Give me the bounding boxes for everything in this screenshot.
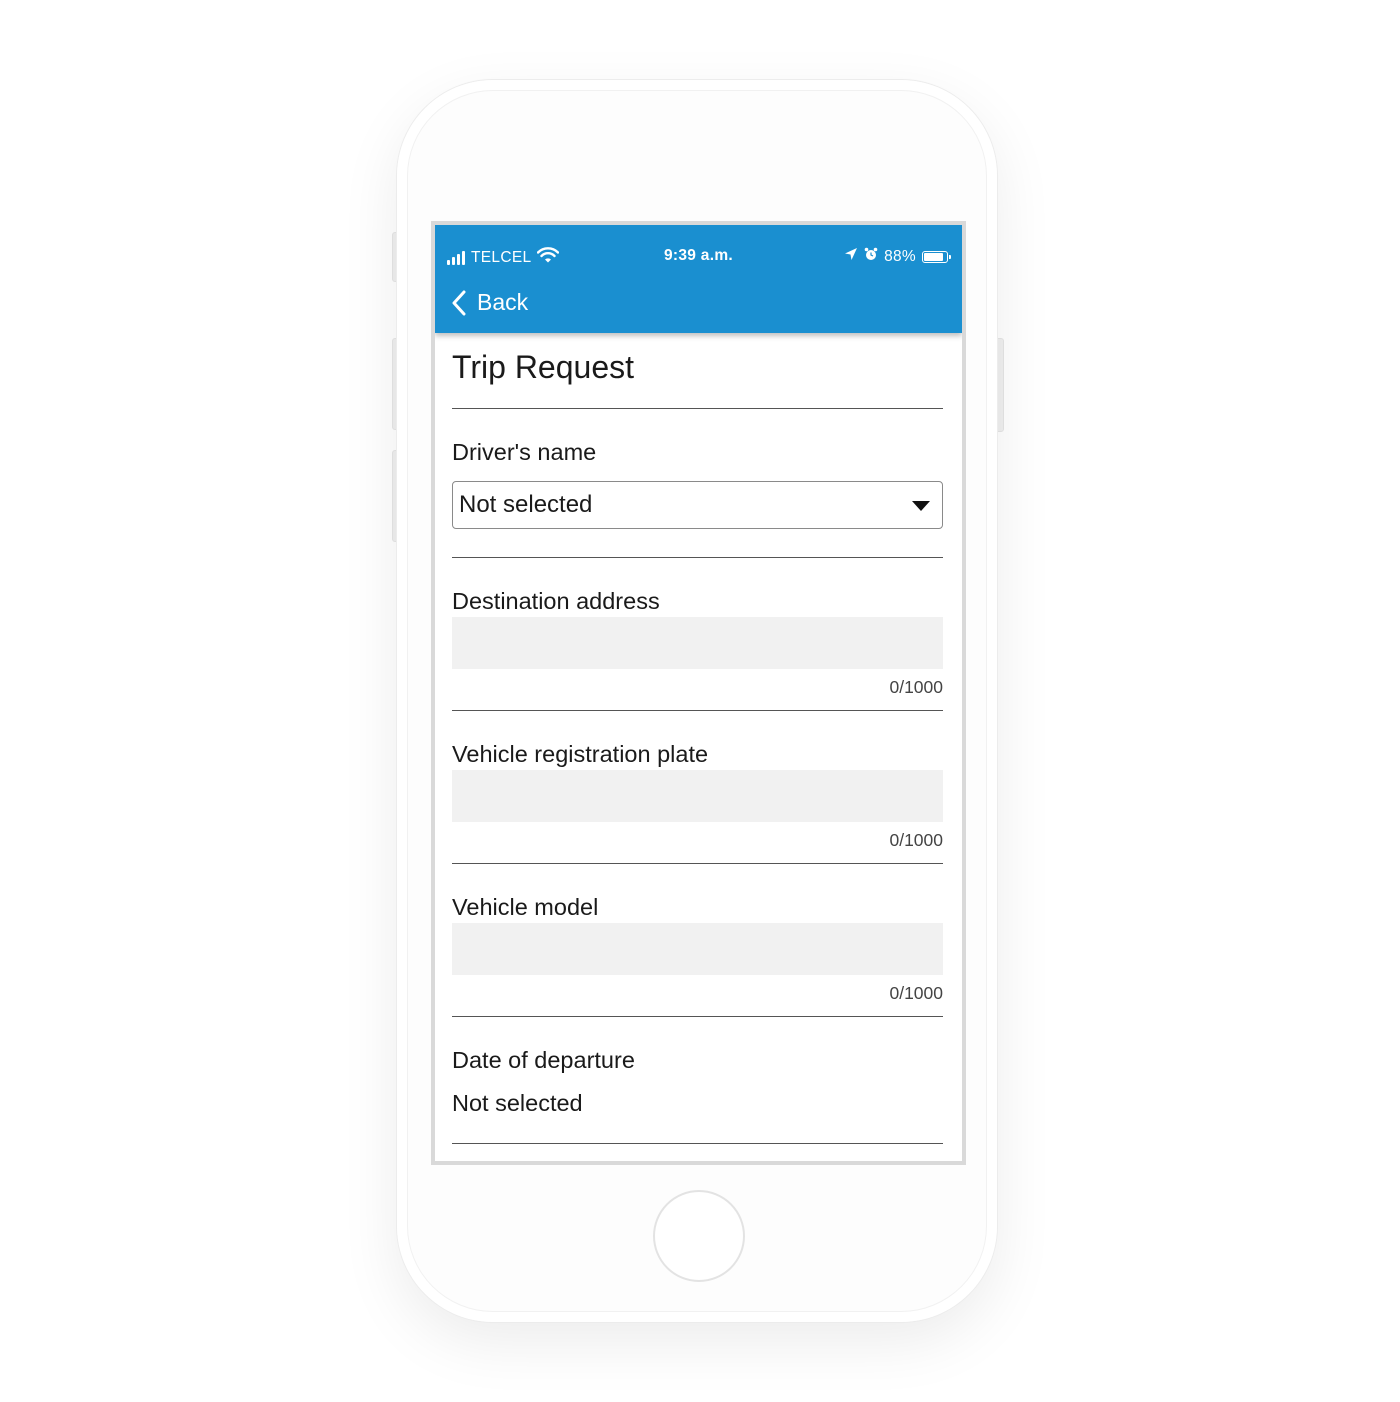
driver-name-value: Not selected — [459, 491, 593, 518]
driver-name-label: Driver's name — [452, 439, 597, 465]
departure-date-label: Date of departure — [452, 1047, 635, 1073]
destination-address-section: Destination address 0/1000 — [452, 558, 943, 711]
status-right: 88% — [844, 247, 951, 266]
power-button — [996, 338, 1004, 432]
destination-address-input[interactable] — [452, 617, 943, 669]
stage: TELCEL 9:39 a.m. 88% Back Trip Request D… — [0, 0, 1400, 1402]
destination-address-counter: 0/1000 — [889, 677, 943, 697]
caret-down-icon — [912, 501, 930, 511]
vehicle-model-input[interactable] — [452, 923, 943, 975]
form-content: Trip Request Driver's name Not selected … — [435, 333, 962, 1144]
vehicle-plate-counter: 0/1000 — [889, 830, 943, 850]
vehicle-model-label: Vehicle model — [452, 894, 599, 920]
vehicle-model-section: Vehicle model 0/1000 — [452, 864, 943, 1017]
battery-level — [924, 252, 944, 261]
battery-percent: 88% — [884, 247, 916, 265]
vehicle-plate-section: Vehicle registration plate 0/1000 — [452, 711, 943, 864]
location-arrow-icon — [844, 247, 858, 266]
destination-address-label: Destination address — [452, 588, 660, 614]
vehicle-model-counter: 0/1000 — [889, 983, 943, 1003]
driver-name-select[interactable]: Not selected — [452, 481, 943, 529]
app-header: TELCEL 9:39 a.m. 88% Back — [435, 225, 962, 333]
back-label: Back — [477, 289, 529, 315]
status-bar: TELCEL 9:39 a.m. 88% — [435, 247, 962, 267]
page-title: Trip Request — [452, 333, 943, 409]
alarm-clock-icon — [864, 247, 878, 266]
driver-name-section: Driver's name Not selected — [452, 409, 943, 558]
back-button[interactable]: Back — [451, 289, 528, 316]
departure-date-picker[interactable]: Not selected — [452, 1089, 943, 1117]
battery-icon — [922, 250, 951, 263]
vehicle-plate-label: Vehicle registration plate — [452, 741, 709, 767]
departure-date-section: Date of departure Not selected — [452, 1017, 943, 1144]
chevron-left-icon — [452, 290, 466, 315]
home-button[interactable] — [653, 1190, 745, 1282]
phone-screen: TELCEL 9:39 a.m. 88% Back Trip Request D… — [431, 221, 966, 1165]
vehicle-plate-input[interactable] — [452, 770, 943, 822]
